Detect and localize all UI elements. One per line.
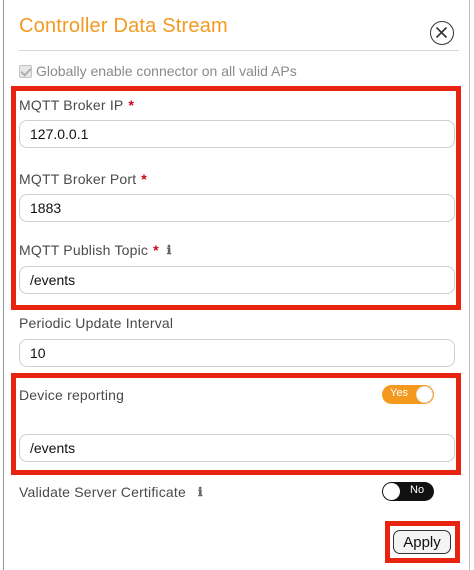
close-icon — [435, 26, 448, 39]
toggle-text: No — [410, 484, 425, 496]
close-button[interactable] — [430, 21, 454, 45]
publish-topic-input[interactable] — [19, 266, 455, 294]
required-mark: * — [128, 97, 135, 113]
dialog-right-border — [469, 0, 470, 570]
broker-port-label: MQTT Broker Port * — [19, 171, 147, 187]
validate-cert-toggle[interactable]: No — [382, 482, 434, 501]
title-divider — [19, 50, 459, 51]
validate-cert-label: Validate Server Certificate ℹ — [19, 484, 203, 500]
dialog-title: Controller Data Stream — [19, 15, 228, 37]
apply-button[interactable]: Apply — [393, 530, 451, 554]
global-enable-row: Globally enable connector on all valid A… — [19, 63, 297, 79]
device-reporting-toggle[interactable]: Yes — [382, 385, 434, 404]
required-mark: * — [141, 171, 147, 187]
update-interval-label: Periodic Update Interval — [19, 315, 174, 331]
publish-topic-label: MQTT Publish Topic * ℹ — [19, 242, 172, 258]
device-reporting-label: Device reporting — [19, 387, 125, 403]
device-reporting-topic-input[interactable] — [19, 434, 455, 462]
broker-port-input[interactable] — [19, 194, 455, 222]
broker-ip-label: MQTT Broker IP * — [19, 97, 135, 113]
info-icon[interactable]: ℹ — [167, 243, 172, 257]
update-interval-input[interactable] — [19, 339, 455, 367]
required-mark: * — [153, 242, 159, 258]
global-enable-checkbox — [19, 64, 32, 78]
global-enable-label: Globally enable connector on all valid A… — [36, 63, 297, 79]
broker-ip-input[interactable] — [19, 120, 455, 148]
dialog-left-border — [3, 0, 4, 570]
toggle-text: Yes — [390, 387, 408, 399]
info-icon[interactable]: ℹ — [198, 485, 203, 499]
toggle-knob — [416, 386, 433, 403]
toggle-knob — [383, 483, 400, 500]
